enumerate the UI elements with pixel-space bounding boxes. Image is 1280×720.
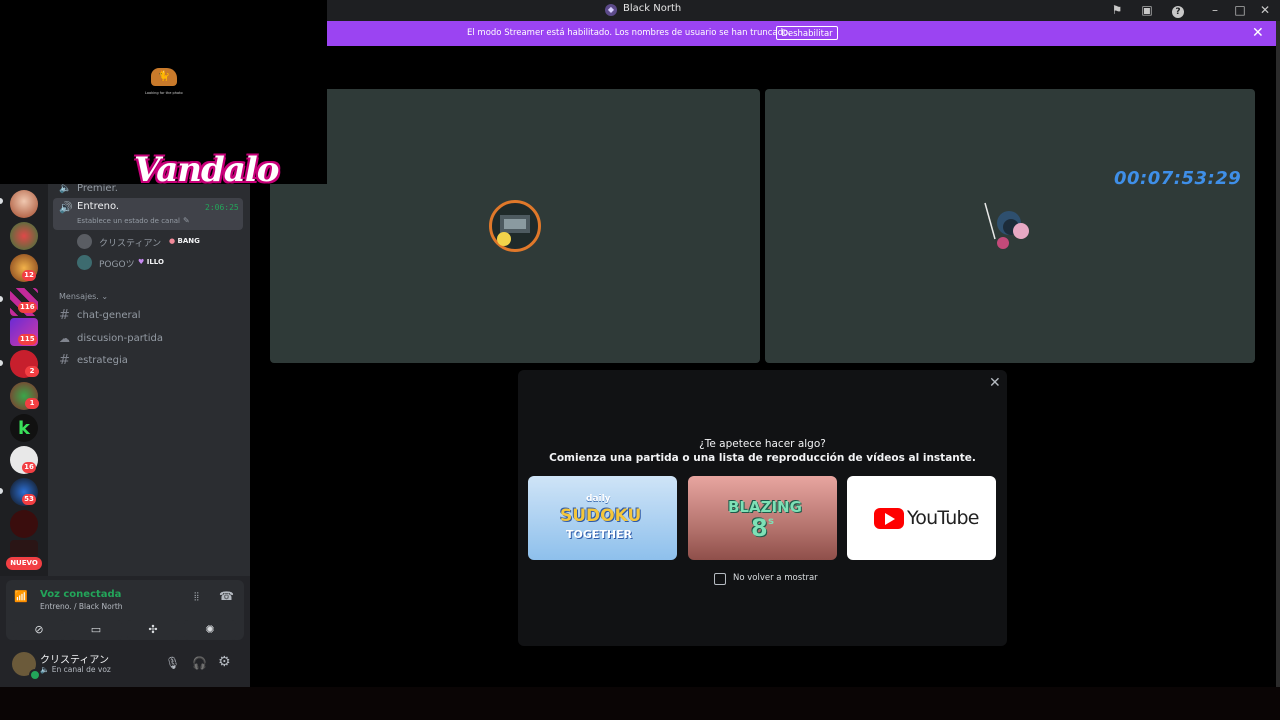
activity-card-blazing-8s[interactable]: BLAZING 8 s — [688, 476, 837, 560]
voice-member[interactable]: POGOツ ♥ ILLO — [77, 254, 247, 272]
thread-hash-icon: ☁ — [59, 332, 70, 345]
banner-message: El modo Streamer está habilitado. Los no… — [467, 28, 791, 38]
signal-icon[interactable]: 📶 — [14, 590, 28, 603]
modal-heading: ¿Te apetece hacer algo? — [699, 438, 826, 450]
help-icon[interactable]: ? — [1169, 2, 1187, 18]
activity-card-youtube[interactable]: YouTube — [847, 476, 996, 560]
camera-off-icon: ⊘ — [34, 623, 44, 636]
dont-show-again-label: No volver a mostrar — [733, 573, 818, 583]
speaker-icon: 🔈 — [59, 183, 72, 194]
participant-tile[interactable] — [270, 89, 760, 363]
banner-close-icon[interactable]: ✕ — [1252, 25, 1264, 41]
user-panel: 📶 Voz conectada Entreno. / Black North ⦙… — [0, 576, 250, 687]
text-channel-discusion-partida[interactable]: ☁ discusion-partida — [53, 328, 243, 350]
server-icon[interactable] — [10, 222, 38, 250]
maximize-icon[interactable]: □ — [1231, 2, 1249, 18]
microphone-icon[interactable]: 🎙 — [165, 656, 180, 670]
unread-badge: 115 — [18, 334, 37, 345]
screen-share-icon: ▭ — [90, 623, 102, 636]
avatar-art-icon — [984, 202, 1029, 249]
disable-streamer-mode-button[interactable]: Deshabilitar — [776, 26, 838, 40]
hash-icon: # — [59, 308, 70, 323]
unread-pill — [0, 198, 3, 204]
screen-share-icon[interactable]: ▣ — [1138, 2, 1156, 18]
hash-icon: # — [59, 353, 70, 368]
activities-button[interactable]: ✣ — [127, 620, 179, 640]
voice-channel-entreno[interactable]: 🔊 Entreno. 2:06:25 Establece un estado d… — [53, 198, 243, 230]
unread-badge: 2 — [25, 366, 39, 377]
unread-badge: 116 — [18, 302, 37, 313]
unread-badge: 12 — [22, 270, 36, 281]
server-icon[interactable] — [10, 190, 38, 218]
participant-avatar — [489, 200, 541, 252]
voice-location[interactable]: Entreno. / Black North — [40, 602, 123, 611]
voice-timer: 2:06:25 — [205, 203, 239, 212]
dont-show-again-checkbox[interactable] — [714, 573, 726, 585]
modal-close-icon[interactable]: ✕ — [989, 375, 1001, 391]
server-icon[interactable] — [10, 510, 38, 538]
text-channel-estrategia[interactable]: # estrategia — [53, 350, 243, 372]
tag-icon: ● — [169, 237, 176, 245]
screen-share-button[interactable]: ▭ — [70, 620, 122, 640]
unread-pill — [0, 360, 3, 366]
unread-pill — [0, 488, 3, 494]
avatar — [77, 255, 92, 270]
unread-pill — [0, 296, 3, 302]
overlay-caption: Looking for the photo — [145, 91, 183, 95]
window-title: Black North — [623, 3, 682, 14]
category-mensajes[interactable]: Mensajes. ⌄ — [59, 292, 108, 301]
disconnect-icon[interactable]: ☎ — [219, 589, 234, 603]
voice-member[interactable]: クリスティアン ● BANG — [77, 233, 247, 251]
soundboard-button[interactable]: ✺ — [184, 620, 236, 640]
settings-gear-icon[interactable]: ⚙ — [218, 654, 231, 670]
channel-sidebar: 🔈 Premier. 🔊 Entreno. 2:06:25 Establece … — [48, 183, 250, 576]
camera-off-button[interactable]: ⊘ — [13, 620, 65, 640]
streamer-mode-banner: El modo Streamer está habilitado. Los no… — [327, 21, 1276, 46]
headphones-icon[interactable]: 🎧 — [192, 656, 207, 670]
overlay-logo: Vandalo — [134, 150, 279, 190]
new-badge: NUEVO — [6, 557, 42, 570]
desktop-strip — [0, 687, 1280, 720]
soundboard-icon: ✺ — [205, 623, 215, 636]
speaker-active-icon: 🔊 — [59, 201, 73, 214]
activity-card-sudoku[interactable]: daily SUDOKU TOGETHER — [528, 476, 677, 560]
stream-timer-overlay: 00:07:53:29 — [1114, 168, 1242, 189]
activity-modal: ✕ ¿Te apetece hacer algo? Comienza una p… — [518, 370, 1007, 646]
window-edge — [1276, 21, 1280, 687]
voice-status[interactable]: Voz conectada — [40, 589, 121, 600]
unread-badge: 16 — [22, 462, 36, 473]
set-channel-status[interactable]: Establece un estado de canal — [77, 217, 180, 225]
voice-stage: 00:07:53:29 ✕ ¿Te apetece hacer algo? Co… — [250, 46, 1276, 687]
participant-avatar — [981, 201, 1039, 259]
unread-badge: 1 — [25, 398, 39, 409]
server-emblem-icon: ◆ — [605, 4, 617, 16]
cat-icon: 🐈 — [151, 68, 177, 86]
text-channel-chat-general[interactable]: # chat-general — [53, 305, 243, 327]
edit-pencil-icon[interactable]: ✎ — [183, 216, 190, 225]
avatar — [77, 234, 92, 249]
username[interactable]: クリスティアン — [40, 651, 109, 666]
speaker-icon: 🔈 — [40, 665, 50, 674]
unread-badge: 53 — [22, 494, 36, 505]
server-icon[interactable] — [10, 540, 38, 556]
voice-connection-panel: 📶 Voz conectada Entreno. / Black North ⦙… — [6, 580, 244, 640]
inbox-flag-icon[interactable]: ⚑ — [1108, 2, 1126, 18]
member-tag: ♥ ILLO — [138, 258, 164, 266]
server-icon[interactable]: k — [10, 414, 38, 442]
youtube-play-icon — [874, 508, 904, 529]
activities-icon: ✣ — [148, 623, 158, 636]
avatar-art-icon — [497, 215, 530, 246]
user-status: 🔈 En canal de voz — [40, 665, 111, 674]
heart-icon: ♥ — [138, 258, 145, 266]
member-tag: ● BANG — [169, 237, 200, 245]
minimize-icon[interactable]: – — [1206, 2, 1224, 18]
modal-subheading: Comienza una partida o una lista de repr… — [549, 452, 976, 464]
noise-suppression-icon[interactable]: ⦙⦙ — [194, 590, 199, 604]
participant-tile[interactable]: 00:07:53:29 — [765, 89, 1255, 363]
close-icon[interactable]: ✕ — [1256, 2, 1274, 18]
chevron-down-icon: ⌄ — [101, 292, 109, 301]
